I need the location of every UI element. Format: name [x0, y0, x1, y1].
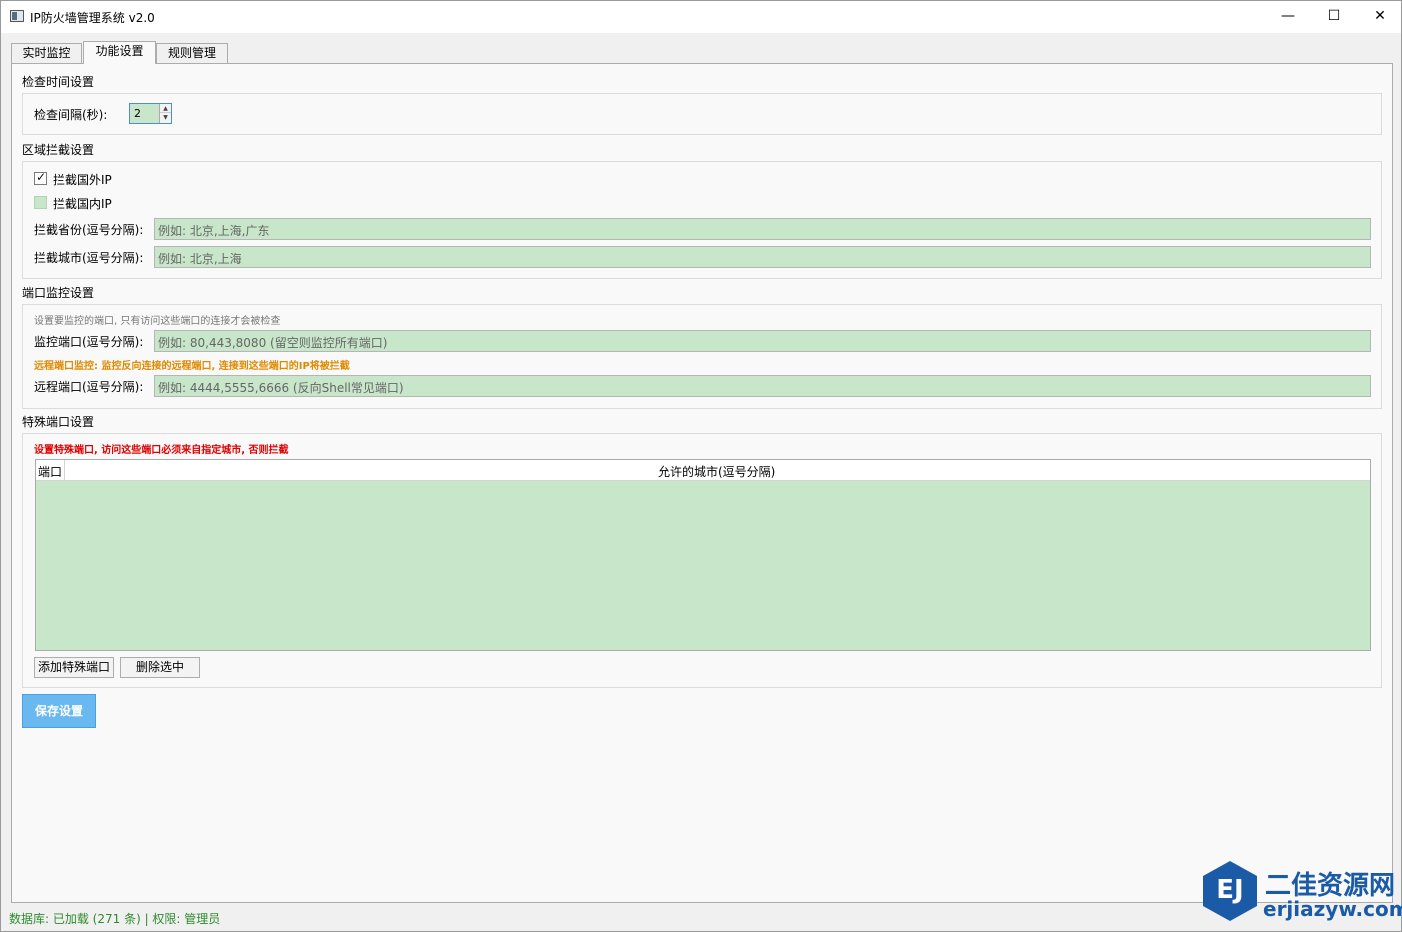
settings-panel: 检查时间设置 检查间隔(秒): 2 ▲ ▼ 区域拦截设置 拦截国外IP 拦截国内… — [11, 63, 1393, 903]
monitor-port-label: 监控端口(逗号分隔): — [34, 335, 144, 349]
spin-up-icon[interactable]: ▲ — [160, 104, 171, 113]
column-header-port[interactable]: 端口 — [38, 463, 62, 480]
maximize-button[interactable]: ☐ — [1311, 1, 1357, 33]
status-text: 数据库: 已加载 (271 条) | 权限: 管理员 — [9, 912, 221, 926]
spinbox-buttons: ▲ ▼ — [159, 104, 171, 123]
special-port-warning: 设置特殊端口, 访问这些端口必须来自指定城市, 否则拦截 — [34, 445, 289, 456]
tab-rule-management[interactable]: 规则管理 — [156, 43, 228, 63]
tab-function-settings[interactable]: 功能设置 — [83, 41, 156, 64]
add-special-port-button[interactable]: 添加特殊端口 — [34, 657, 114, 678]
watermark-logo-text: EJ — [1216, 875, 1244, 905]
block-foreign-label: 拦截国外IP — [53, 173, 112, 187]
port-monitor-section-title: 端口监控设置 — [22, 286, 95, 300]
city-input[interactable]: 例如: 北京,上海 — [154, 246, 1371, 268]
special-port-table[interactable]: 端口 允许的城市(逗号分隔) — [35, 459, 1371, 651]
port-monitor-hint: 设置要监控的端口, 只有访问这些端口的连接才会被检查 — [34, 316, 281, 327]
interval-label: 检查间隔(秒): — [34, 108, 108, 122]
main-window: IP防火墙管理系统 v2.0 — ☐ ✕ 实时监控 功能设置 规则管理 检查时间… — [0, 0, 1402, 932]
window-title: IP防火墙管理系统 v2.0 — [30, 11, 155, 25]
delete-selected-button[interactable]: 删除选中 — [120, 657, 200, 678]
tab-realtime-monitor[interactable]: 实时监控 — [11, 43, 82, 63]
province-input[interactable]: 例如: 北京,上海,广东 — [154, 218, 1371, 240]
block-domestic-label: 拦截国内IP — [53, 197, 112, 211]
city-label: 拦截城市(逗号分隔): — [34, 251, 144, 265]
table-header: 端口 允许的城市(逗号分隔) — [36, 460, 1370, 481]
block-foreign-checkbox[interactable] — [34, 170, 47, 185]
column-divider — [64, 460, 65, 481]
interval-spinbox[interactable]: 2 ▲ ▼ — [129, 103, 172, 124]
remote-port-label: 远程端口(逗号分隔): — [34, 380, 144, 394]
region-section-title: 区域拦截设置 — [22, 143, 95, 157]
app-icon — [10, 10, 24, 22]
title-bar: IP防火墙管理系统 v2.0 — ☐ ✕ — [1, 1, 1401, 33]
region-group: 拦截国外IP 拦截国内IP 拦截省份(逗号分隔): 例如: 北京,上海,广东 拦… — [22, 161, 1382, 279]
watermark-en-text: erjiazyw.com — [1263, 897, 1402, 921]
column-header-allowed-cities[interactable]: 允许的城市(逗号分隔) — [658, 463, 775, 480]
province-label: 拦截省份(逗号分隔): — [34, 223, 144, 237]
port-monitor-group: 设置要监控的端口, 只有访问这些端口的连接才会被检查 监控端口(逗号分隔): 例… — [22, 304, 1382, 409]
block-domestic-checkbox[interactable] — [34, 196, 47, 209]
close-button[interactable]: ✕ — [1357, 1, 1402, 33]
monitor-port-input[interactable]: 例如: 80,443,8080 (留空则监控所有端口) — [154, 330, 1371, 352]
watermark-logo: EJ 二佳资源网 erjiazyw.com — [1199, 859, 1402, 932]
save-settings-button[interactable]: 保存设置 — [22, 694, 96, 728]
spin-down-icon[interactable]: ▼ — [160, 113, 171, 122]
minimize-button[interactable]: — — [1265, 1, 1311, 33]
check-time-group: 检查间隔(秒): 2 ▲ ▼ — [22, 93, 1382, 135]
status-bar: 数据库: 已加载 (271 条) | 权限: 管理员 — [1, 905, 1401, 931]
remote-port-input[interactable]: 例如: 4444,5555,6666 (反向Shell常见端口) — [154, 375, 1371, 397]
special-port-group: 设置特殊端口, 访问这些端口必须来自指定城市, 否则拦截 端口 允许的城市(逗号… — [22, 433, 1382, 688]
interval-value: 2 — [134, 107, 141, 120]
check-time-section-title: 检查时间设置 — [22, 75, 95, 89]
special-port-section-title: 特殊端口设置 — [22, 415, 95, 429]
remote-port-warning: 远程端口监控: 监控反向连接的远程端口, 连接到这些端口的IP将被拦截 — [34, 361, 350, 372]
